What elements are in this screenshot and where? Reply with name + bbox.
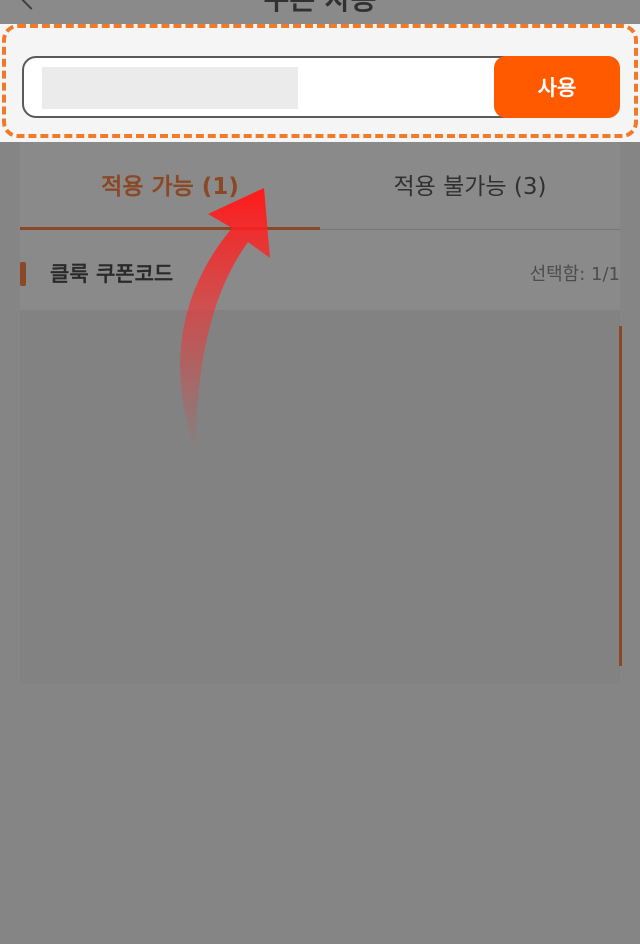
coupon-input-area: 사용 <box>0 24 640 142</box>
section-title: 클룩 쿠폰코드 <box>50 262 174 286</box>
coupon-section-header: 클룩 쿠폰코드 선택함: 1/1 <box>20 230 620 310</box>
tab-available[interactable]: 적용 가능 (1) <box>20 170 320 204</box>
coupon-code-input[interactable] <box>42 67 298 109</box>
selection-count: 선택함: 1/1 <box>529 264 620 285</box>
tab-unavailable[interactable]: 적용 불가능 (3) <box>320 170 620 204</box>
coupon-input-box: 사용 <box>22 56 620 118</box>
card-edge-accent <box>619 326 622 666</box>
nav-bar: 쿠폰 사용 <box>0 0 640 24</box>
coupon-tabs: 적용 가능 (1) 적용 불가능 (3) <box>20 142 620 230</box>
section-marker <box>20 262 26 286</box>
use-coupon-button[interactable]: 사용 <box>494 56 620 118</box>
coupon-card[interactable] <box>20 310 622 684</box>
coupon-page: 쿠폰 사용 사용 적용 가능 (1) 적용 불가능 (3) 클룩 쿠폰코드 선택… <box>0 0 640 944</box>
page-title: 쿠폰 사용 <box>0 0 640 14</box>
